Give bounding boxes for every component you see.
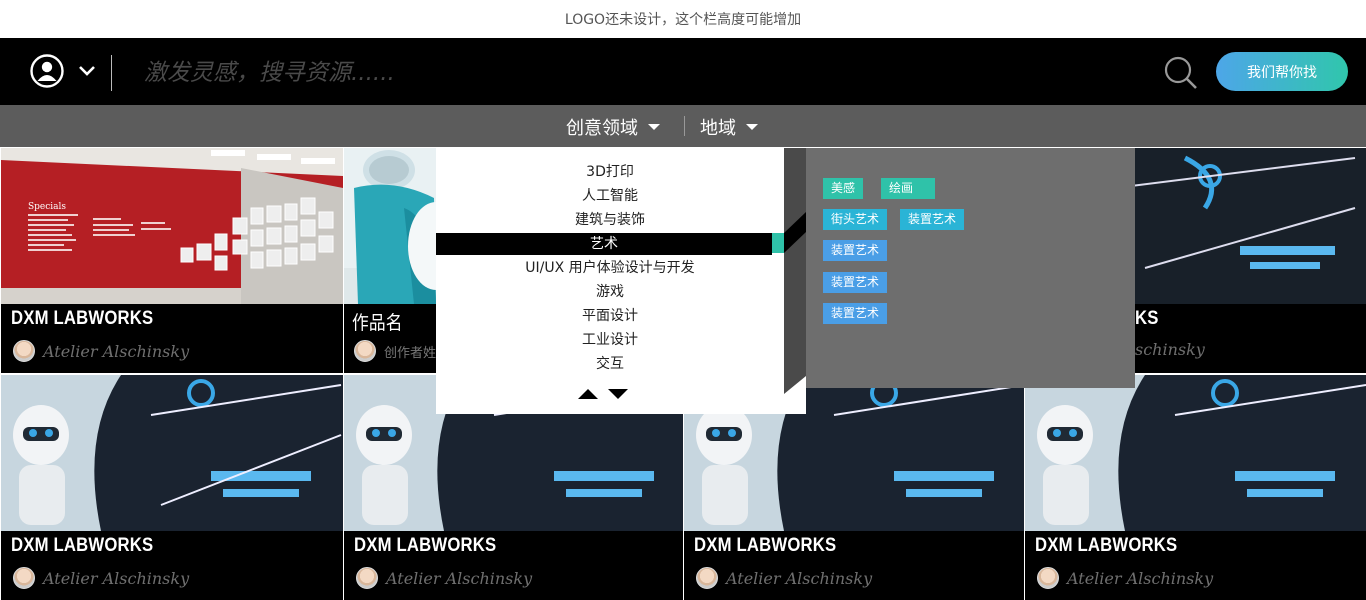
author-name: Atelier Alschinsky: [43, 568, 190, 588]
creative-field-dropdown: 3D打印 人工智能 建筑与装饰 艺术 UI/UX 用户体验设计与开发 游戏 平面…: [436, 148, 784, 414]
subtag[interactable]: 美感: [823, 178, 864, 199]
card-author[interactable]: Atelier Alschinsky: [356, 567, 532, 589]
author-name: 创作者姓: [384, 345, 437, 361]
avatar: [13, 340, 35, 362]
project-card[interactable]: DXM LABWORKS Atelier Alschinsky: [1025, 375, 1366, 600]
card-thumbnail: [1, 375, 343, 531]
card-author[interactable]: Atelier Alschinsky: [1037, 567, 1213, 589]
filter-region[interactable]: 地域: [700, 114, 758, 140]
card-thumbnail: Specials: [1, 148, 343, 304]
dropdown-item[interactable]: UI/UX 用户体验设计与开发: [436, 257, 784, 279]
author-name: Atelier Alschinsky: [1067, 568, 1214, 588]
divider: [111, 55, 112, 91]
scrollbar-thumb[interactable]: [772, 233, 784, 253]
dropdown-item[interactable]: 平面设计: [436, 305, 784, 327]
card-author[interactable]: Atelier Alschinsky: [13, 567, 189, 589]
avatar: [354, 340, 376, 362]
caret-down-icon: [746, 124, 758, 130]
subtag[interactable]: 装置艺术: [823, 303, 888, 324]
subtag[interactable]: 街头艺术: [823, 209, 888, 230]
card-author-fragment[interactable]: schinsky: [1135, 340, 1205, 359]
search-input[interactable]: [142, 54, 846, 92]
subtag[interactable]: 装置艺术: [900, 209, 965, 230]
avatar: [356, 567, 378, 589]
author-name: Atelier Alschinsky: [43, 341, 190, 361]
dropdown-item[interactable]: 交互: [436, 353, 784, 375]
dropdown-item[interactable]: 建筑与装饰: [436, 209, 784, 231]
card-title[interactable]: DXM LABWORKS: [11, 308, 153, 330]
avatar: [696, 567, 718, 589]
card-title[interactable]: 作品名: [352, 308, 403, 335]
dropdown-item[interactable]: 3D打印: [436, 161, 784, 183]
search-icon[interactable]: [1163, 55, 1199, 91]
logo-placeholder-bar: LOGO还未设计，这个栏高度可能增加: [0, 0, 1366, 38]
chevron-down-icon[interactable]: [78, 65, 96, 77]
card-thumbnail: [1025, 375, 1366, 531]
filter-creative-label: 创意领域: [566, 118, 638, 139]
filter-bar: 创意领域 地域: [0, 105, 1366, 147]
dropdown-scroll-controls: [578, 389, 628, 399]
filter-region-label: 地域: [700, 118, 736, 139]
logo-placeholder-text: LOGO还未设计，这个栏高度可能增加: [564, 12, 802, 28]
avatar: [1037, 567, 1059, 589]
card-author[interactable]: Atelier Alschinsky: [696, 567, 872, 589]
filter-divider: [684, 116, 685, 136]
project-card[interactable]: DXM LABWORKS Atelier Alschinsky: [1, 375, 343, 600]
subtag[interactable]: 绘画: [881, 178, 935, 199]
author-name: Atelier Alschinsky: [386, 568, 533, 588]
dropdown-item[interactable]: 人工智能: [436, 185, 784, 207]
card-title-fragment[interactable]: KS: [1135, 308, 1159, 330]
card-author[interactable]: 创作者姓: [354, 340, 436, 362]
subtag[interactable]: 装置艺术: [823, 272, 888, 293]
dropdown-item[interactable]: 工业设计: [436, 329, 784, 351]
dropdown-item[interactable]: 游戏: [436, 281, 784, 303]
author-name: schinsky: [1135, 340, 1205, 359]
submenu-connector: [784, 148, 806, 414]
scroll-down-arrow-icon[interactable]: [608, 389, 628, 399]
subtag[interactable]: 装置艺术: [823, 240, 888, 261]
scroll-up-arrow-icon[interactable]: [578, 389, 598, 399]
avatar: [13, 567, 35, 589]
card-title[interactable]: DXM LABWORKS: [1035, 535, 1177, 557]
card-title[interactable]: DXM LABWORKS: [354, 535, 496, 557]
author-name: Atelier Alschinsky: [726, 568, 873, 588]
dropdown-item-active[interactable]: 艺术: [436, 233, 772, 255]
user-account-icon[interactable]: [30, 54, 64, 88]
card-title[interactable]: DXM LABWORKS: [694, 535, 836, 557]
caret-down-icon: [648, 124, 660, 130]
project-card[interactable]: Specials DXM LABWORKS Atelier Alschinsky: [1, 148, 343, 373]
filter-creative-field[interactable]: 创意领域: [566, 114, 660, 140]
card-author[interactable]: Atelier Alschinsky: [13, 340, 189, 362]
card-title[interactable]: DXM LABWORKS: [11, 535, 153, 557]
help-find-button[interactable]: 我们帮你找: [1216, 52, 1348, 91]
gallery-specials-heading: Specials: [28, 202, 66, 212]
art-subcategory-panel: 美感 绘画 街头艺术 装置艺术 装置艺术 装置艺术 装置艺术: [806, 148, 1135, 388]
top-navigation: 我们帮你找: [0, 38, 1366, 105]
